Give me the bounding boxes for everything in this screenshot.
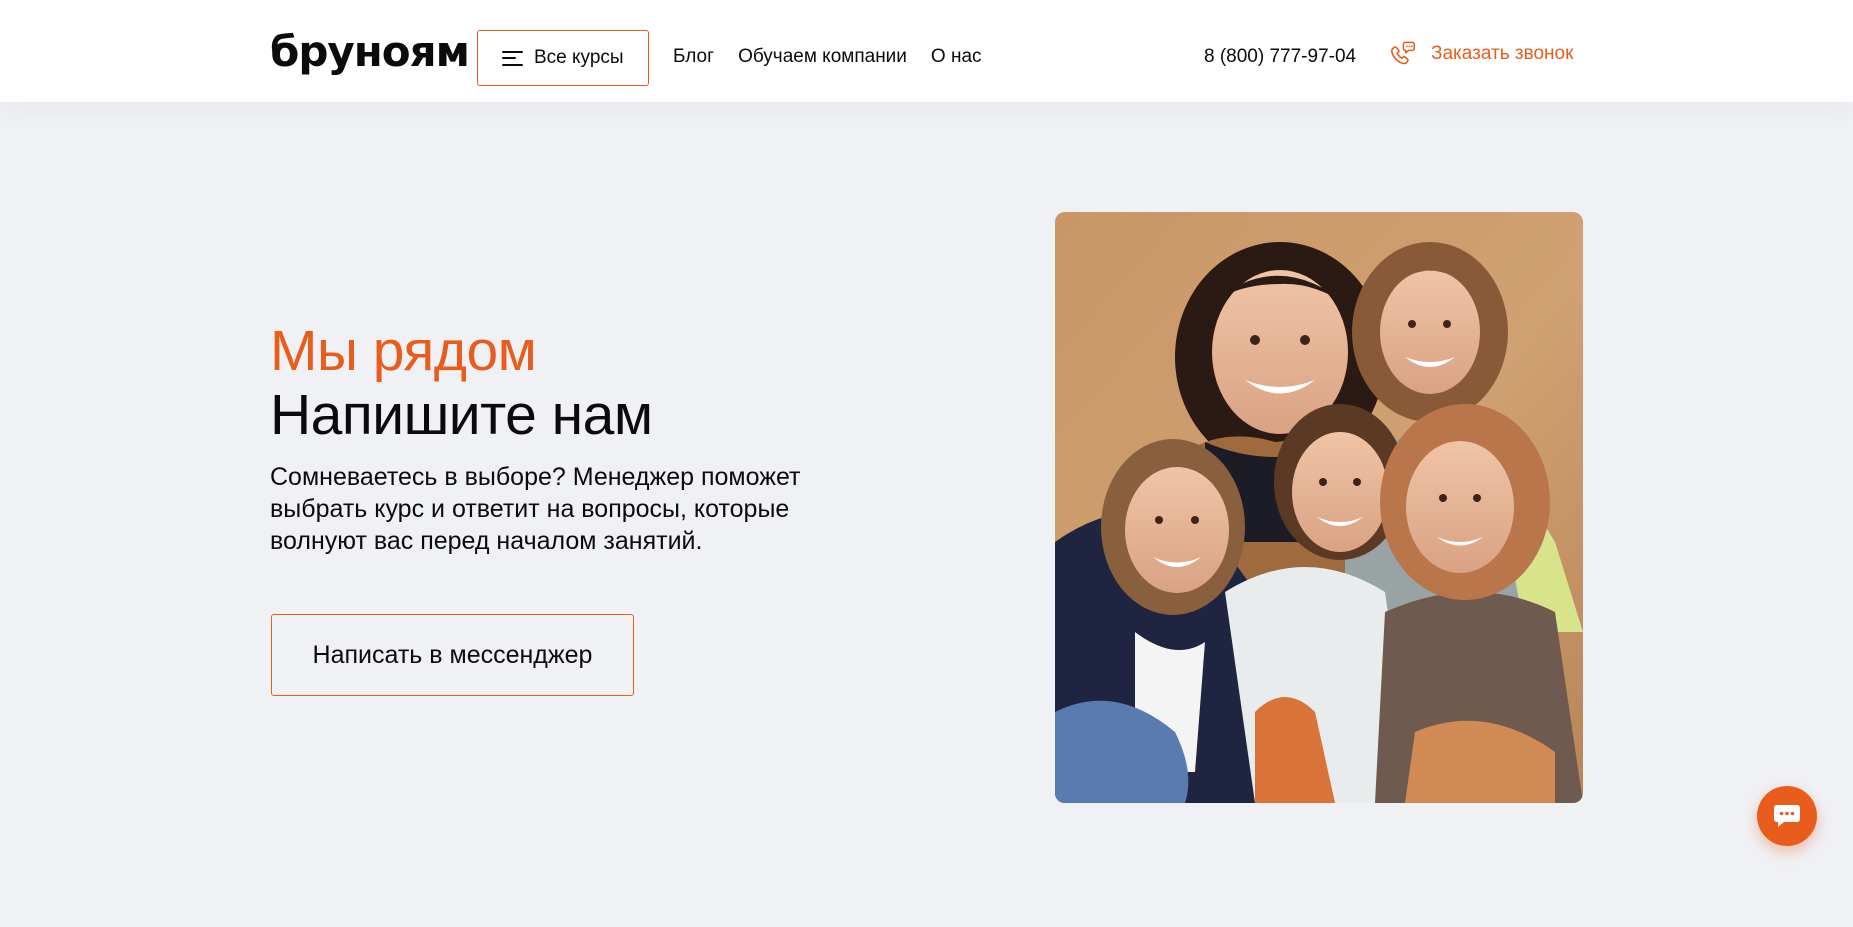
phone-link[interactable]: 8 (800) 777-97-04 — [1204, 46, 1356, 68]
nav-item-for-companies[interactable]: Обучаем компании — [738, 46, 907, 68]
main-nav: Блог Обучаем компании О нас — [673, 46, 982, 68]
section-subtitle: Мы рядом — [270, 319, 537, 383]
logo[interactable]: бруноям — [270, 28, 470, 76]
all-courses-button[interactable]: Все курсы — [477, 30, 649, 86]
nav-item-blog[interactable]: Блог — [673, 46, 714, 68]
chat-bubble-icon — [1774, 805, 1800, 827]
callback-label: Заказать звонок — [1431, 43, 1574, 64]
team-photo — [1055, 212, 1583, 803]
nav-item-about[interactable]: О нас — [931, 46, 982, 68]
all-courses-label: Все курсы — [534, 47, 624, 68]
phone-chat-icon — [1390, 41, 1415, 65]
section-description: Сомневаетесь в выборе? Менеджер поможет … — [270, 463, 801, 555]
write-messenger-button[interactable]: Написать в мессенджер — [271, 614, 634, 696]
site-header: бруноям Все курсы Блог Обучаем компании … — [0, 0, 1853, 102]
menu-icon — [502, 50, 523, 66]
group-photo-icon — [1055, 212, 1583, 803]
chat-widget-button[interactable] — [1757, 786, 1817, 846]
section-title: Напишите нам — [270, 383, 653, 447]
callback-button[interactable]: Заказать звонок — [1388, 40, 1573, 68]
